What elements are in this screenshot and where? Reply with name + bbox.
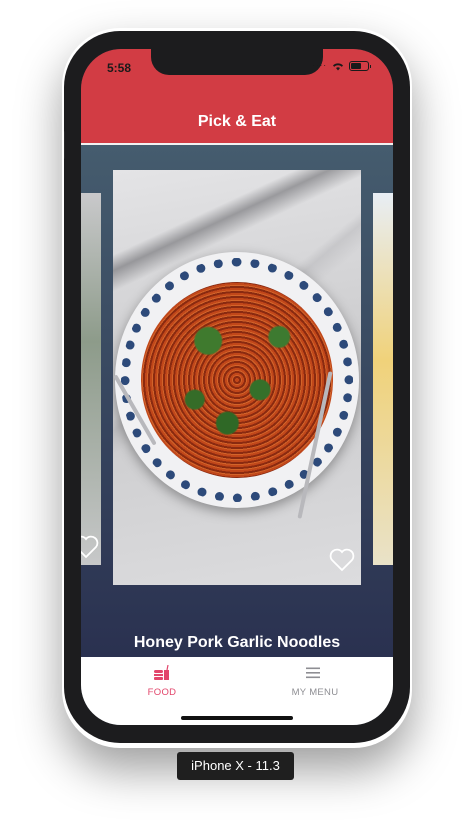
page-title: Pick & Eat (197, 113, 277, 130)
dish-card-next[interactable] (373, 193, 393, 565)
app-header: 5:58 ···· Pick & Eat (81, 49, 393, 145)
menu-icon (306, 667, 320, 679)
tab-bar: FOOD MY MENU (81, 657, 393, 725)
noodles-image (141, 282, 333, 478)
wifi-icon (333, 62, 343, 70)
status-time: 5:58 (107, 61, 132, 75)
dish-carousel[interactable]: Honey Pork Garlic Noodles Ba (81, 145, 393, 676)
dish-title: Honey Pork Garlic Noodles (133, 634, 341, 651)
device-frame: 5:58 ···· Pick & Eat Honey Pork Garlic N… (64, 31, 410, 743)
food-icon (154, 665, 169, 680)
dish-card-current[interactable] (113, 170, 361, 585)
status-icons: ···· (312, 60, 371, 71)
device-notch (151, 49, 323, 75)
battery-icon (349, 61, 371, 71)
heart-icon[interactable] (81, 535, 99, 559)
tab-food[interactable]: FOOD (84, 657, 240, 707)
tab-my-menu[interactable]: MY MENU (237, 657, 393, 707)
favorite-heart-icon[interactable] (329, 548, 355, 572)
tab-food-label: FOOD (147, 687, 177, 698)
dish-bowl-image (115, 252, 359, 508)
simulator-device-label: iPhone X - 11.3 (177, 752, 294, 780)
mute-switch (64, 131, 65, 159)
dish-card-previous[interactable] (81, 193, 101, 565)
tab-my-menu-label: MY MENU (291, 687, 339, 698)
home-indicator[interactable] (181, 716, 293, 720)
signal-icon: ···· (312, 60, 327, 70)
app-screen: 5:58 ···· Pick & Eat Honey Pork Garlic N… (81, 49, 393, 725)
